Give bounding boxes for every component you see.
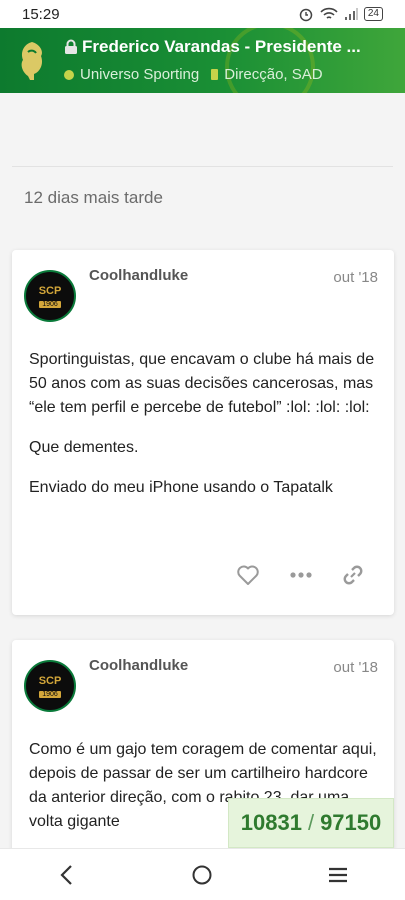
- topic-title[interactable]: Frederico Varandas - Presidente ...: [64, 37, 395, 57]
- post-actions: [236, 564, 364, 586]
- time-gap-label: 12 dias mais tarde: [24, 188, 163, 207]
- subcategory-link[interactable]: Direcção, SAD: [224, 66, 322, 83]
- progress-total: 97150: [320, 810, 382, 835]
- post-username[interactable]: Coolhandluke: [89, 657, 188, 674]
- status-icons: 24: [298, 6, 383, 22]
- avatar[interactable]: SCP 1906: [24, 270, 76, 322]
- topic-header[interactable]: Frederico Varandas - Presidente ... Univ…: [0, 28, 405, 93]
- divider: [12, 166, 393, 167]
- post-date[interactable]: out '18: [333, 269, 378, 286]
- avatar-year: 1906: [39, 300, 61, 308]
- lion-logo-icon[interactable]: [14, 38, 50, 82]
- lock-icon: [65, 39, 77, 54]
- avatar-text: SCP: [38, 284, 62, 297]
- menu-icon[interactable]: [328, 866, 348, 884]
- more-options-icon[interactable]: [290, 571, 312, 579]
- post-paragraph: Que dementes.: [29, 439, 139, 456]
- post-paragraph: Enviado do meu iPhone usando o Tapatalk: [29, 479, 333, 496]
- topic-title-text: Frederico Varandas - Presidente ...: [82, 37, 361, 56]
- wifi-icon: [320, 7, 338, 19]
- topic-progress[interactable]: 10831 / 97150: [228, 798, 394, 848]
- share-link-icon[interactable]: [342, 564, 364, 586]
- progress-current: 10831: [240, 810, 302, 835]
- battery-indicator: 24: [363, 7, 383, 21]
- status-bar: 15:29 24: [0, 0, 405, 28]
- post-body: Sportinguistas, que encavam o clube há m…: [29, 348, 380, 516]
- post-card: SCP 1906 Coolhandluke out '18 Sportingui…: [12, 250, 394, 615]
- post-username[interactable]: Coolhandluke: [89, 267, 188, 284]
- alarm-icon: [299, 8, 313, 22]
- signal-icon: [344, 8, 358, 20]
- post-paragraph: Sportinguistas, que encavam o clube há m…: [29, 351, 375, 416]
- system-nav-bar: [0, 848, 405, 900]
- like-heart-icon[interactable]: [236, 564, 260, 586]
- status-time: 15:29: [22, 5, 60, 23]
- avatar-text: SCP: [38, 674, 62, 687]
- category-link[interactable]: Universo Sporting: [80, 66, 199, 83]
- avatar-year: 1906: [39, 690, 61, 698]
- post-date[interactable]: out '18: [333, 659, 378, 676]
- back-icon[interactable]: [57, 864, 77, 886]
- subcategory-marker: [211, 69, 219, 80]
- topic-categories: Universo Sporting Direcção, SAD: [64, 66, 323, 83]
- avatar[interactable]: SCP 1906: [24, 660, 76, 712]
- progress-separator: /: [307, 810, 315, 835]
- home-icon[interactable]: [191, 864, 213, 886]
- category-dot: [64, 69, 74, 80]
